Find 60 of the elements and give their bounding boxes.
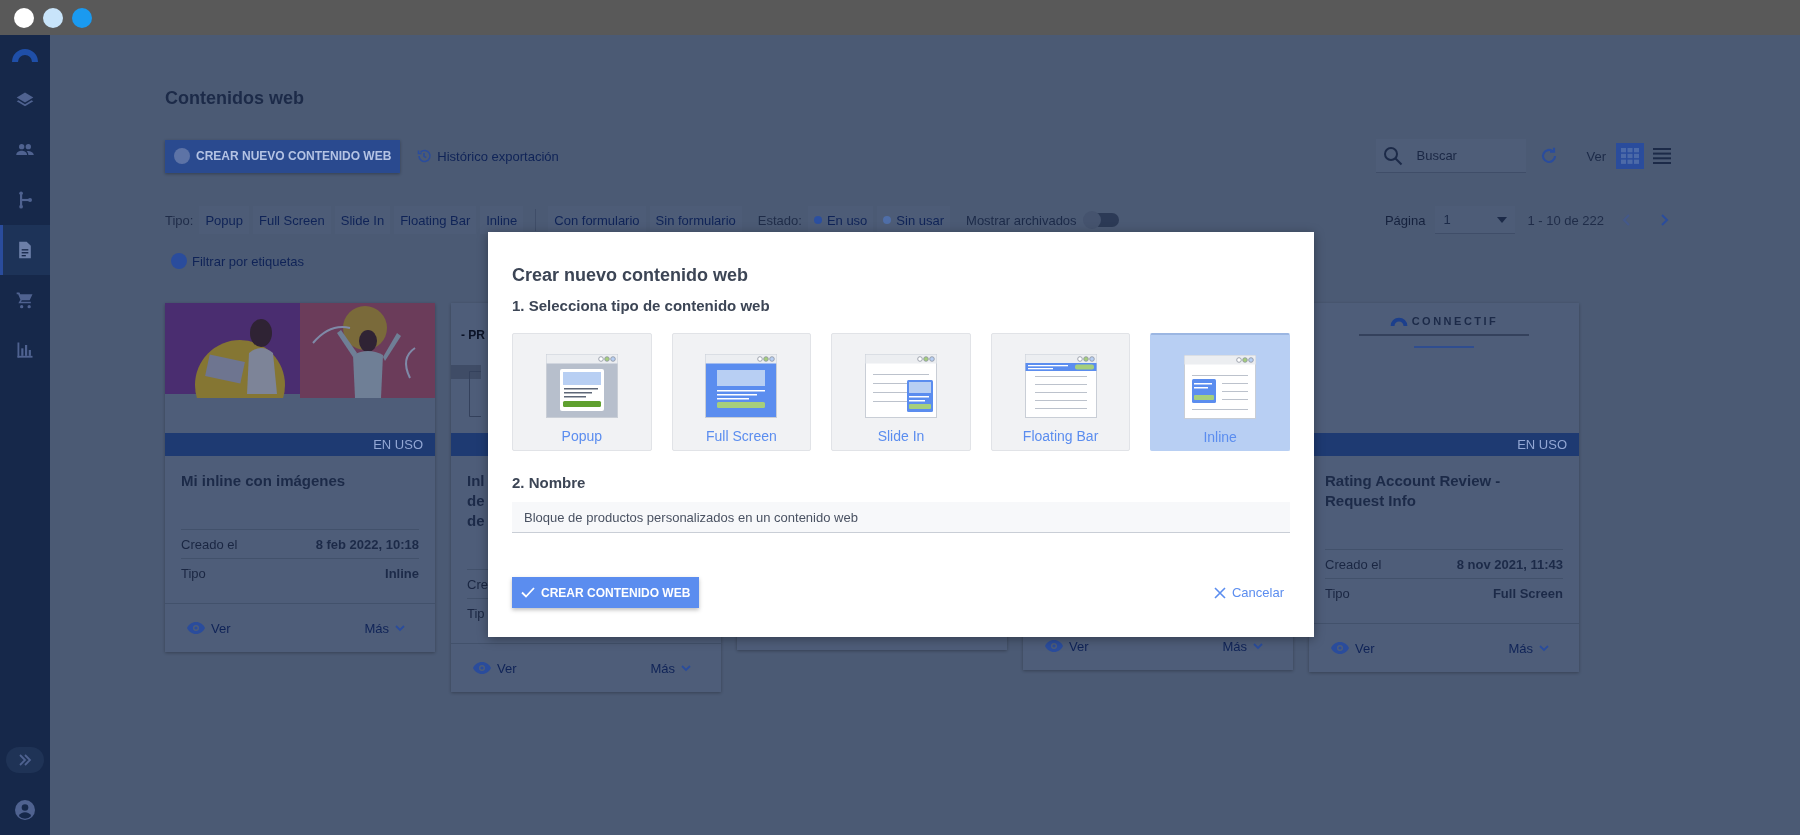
chevron-down-icon [1253,642,1263,650]
archived-toggle[interactable] [1084,213,1119,227]
history-link[interactable]: Histórico exportación [416,148,559,164]
content-type-option[interactable]: Inline [1150,333,1290,451]
double-chevron-icon [18,754,32,766]
content-type-option[interactable]: Full Screen [671,333,812,451]
content-type-option[interactable]: Floating Bar [990,333,1131,451]
grid-view-button[interactable] [1616,143,1644,169]
browser-popup-icon [545,354,618,418]
cancel-button[interactable]: Cancelar [1213,585,1284,600]
preview-text-lines-icon [1359,333,1529,351]
tags-filter-link[interactable]: Filtrar por etiquetas [171,253,304,269]
browser-slide-in-icon [865,354,937,418]
eye-icon [1331,642,1349,654]
chevron-icon [1660,214,1670,226]
preview-text: - PR [461,328,485,342]
more-menu-link[interactable]: Más [1508,640,1549,656]
browser-fullscreen-icon [705,354,778,418]
refresh-icon [1540,147,1559,165]
list-icon [1653,148,1671,164]
check-icon [521,587,535,598]
chevron-down-icon [681,664,691,672]
view-link[interactable]: Ver [187,620,231,636]
chevron-down-icon [395,624,405,632]
view-link[interactable]: Ver [473,660,517,676]
close-icon [1213,586,1226,599]
preview-image-icon [451,365,481,418]
create-button[interactable]: CREAR NUEVO CONTENIDO WEB [165,139,401,173]
eye-icon [187,622,205,634]
expand-button[interactable] [6,747,44,773]
content-type-option[interactable]: Slide In [831,333,971,451]
caret-icon [1497,216,1508,223]
more-menu-link[interactable]: Más [364,620,405,636]
browser-inline-icon [1184,355,1257,419]
window-control[interactable] [43,7,63,28]
logo-icon [11,48,39,62]
bar-chart-icon [15,340,35,360]
name-field[interactable]: Bloque de productos personalizados en un contenido web [512,502,1290,533]
cart-icon [15,290,35,310]
step-heading: 2. Nombre [512,473,586,492]
step-heading: 1. Selecciona tipo de contenido web [512,296,770,315]
dialog-title: Crear nuevo contenido web [512,264,749,286]
view-link[interactable]: Ver [1045,638,1089,654]
browser-floating-bar-icon [1024,354,1097,418]
sidebar-item[interactable] [0,225,50,275]
page-label: Página [1384,212,1426,228]
logo-icon [1389,316,1408,326]
grid-icon [1621,148,1639,164]
eye-icon [1045,640,1063,652]
content-type-option[interactable]: Popup [512,333,652,451]
status-bar: EN USO [165,433,435,456]
eye-icon [473,662,491,674]
chevron-down-icon [1539,644,1549,652]
window-control[interactable] [14,7,34,28]
history-icon [416,148,433,164]
more-menu-link[interactable]: Más [1222,638,1263,654]
more-menu-link[interactable]: Más [650,660,691,676]
user-avatar-icon[interactable] [15,800,35,820]
view-link[interactable]: Ver [1331,640,1375,656]
create-button[interactable]: CREAR CONTENIDO WEB [512,577,700,608]
